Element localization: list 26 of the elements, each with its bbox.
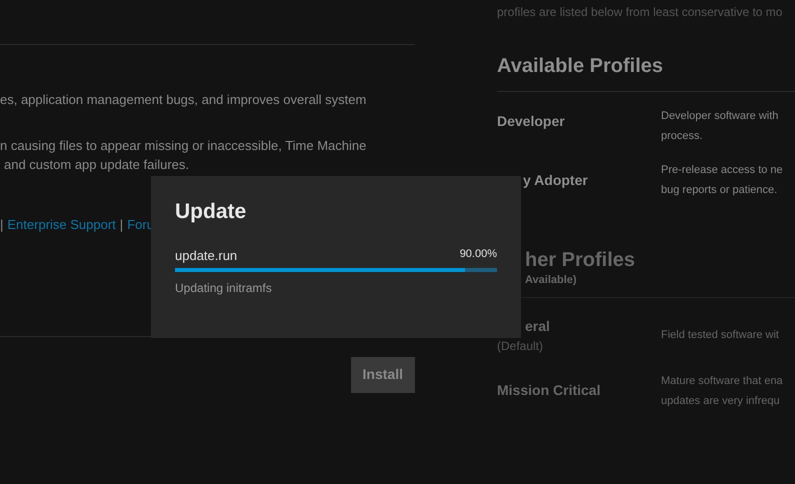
release-note-text: n causing files to appear missing or inaccessible, Time Machine (0, 137, 368, 155)
release-note-text: and custom app update failures. (3, 157, 190, 173)
status-text: Updating initramfs (175, 280, 273, 297)
profile-name: y Adopter (522, 170, 589, 190)
link-separator: | (0, 216, 4, 234)
profile-note: (Default) (497, 338, 544, 354)
section-title: her Profiles (525, 248, 636, 272)
dialog-title: Update (175, 199, 248, 225)
section-title: Available Profiles (497, 51, 795, 92)
profile-description: Field tested software wit (661, 328, 779, 343)
profile-name: Developer (497, 112, 566, 131)
release-note-text: es, application management bugs, and improves overall system (0, 91, 368, 109)
profile-description: process. (661, 129, 704, 144)
intro-text: profiles are listed below from least conservative to mo (497, 4, 784, 21)
section-subtitle: Available) (525, 273, 578, 288)
footer-link[interactable]: Enterprise Support (7, 215, 116, 234)
profile-description: updates are very infrequ (661, 394, 781, 408)
link-separator: | (120, 216, 124, 234)
progress-percent: 90.00% (460, 246, 497, 262)
profile-description: Pre-release access to ne (661, 163, 783, 178)
profile-description: Developer software with (661, 109, 778, 124)
profile-name: Mission Critical (497, 381, 602, 400)
file-name: update.run (175, 246, 238, 265)
profile-name: eral (524, 316, 551, 336)
profile-description: bug reports or patience. (661, 183, 778, 198)
profile-description: Mature software that ena (661, 374, 783, 388)
